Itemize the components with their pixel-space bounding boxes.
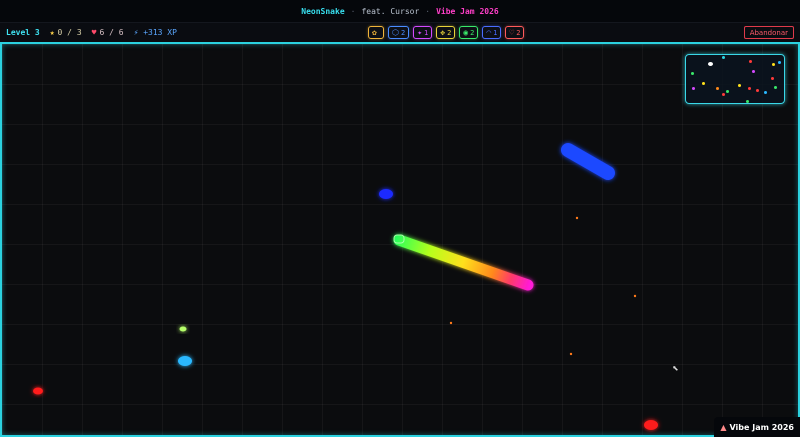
vibe-jam-label: Vibe Jam 2026 <box>729 422 795 432</box>
minimap-dot <box>691 72 694 75</box>
minimap-dot <box>756 89 759 92</box>
multi-icon: ✥ <box>440 27 446 37</box>
minimap-dot <box>738 84 741 87</box>
powerup-arc[interactable]: ◠ 1 <box>482 26 502 39</box>
heart-icon: ♥ <box>91 28 97 37</box>
minimap-dot <box>752 70 755 73</box>
separator: · <box>425 6 431 16</box>
minimap-dot <box>746 100 749 103</box>
food-orb <box>644 420 658 430</box>
minimap-dot <box>771 77 774 80</box>
powerup-count: 2 <box>470 28 475 37</box>
arc-icon: ◠ <box>486 27 492 37</box>
enemy-snake <box>561 143 615 180</box>
stars-value: 0 / 3 <box>57 28 82 37</box>
star-icon: ★ <box>49 28 55 37</box>
lives-value: 6 / 6 <box>99 28 124 37</box>
xp-value: +313 XP <box>143 28 177 37</box>
food-orb <box>33 387 43 395</box>
jam-title: Vibe Jam 2026 <box>436 6 499 16</box>
shield-icon: ⬡ <box>392 27 399 37</box>
separator: · <box>350 6 356 16</box>
heart-outline-icon: ♡ <box>509 27 515 37</box>
minimap-dot <box>692 87 695 90</box>
food-orb <box>179 326 187 332</box>
powerup-count: 2 <box>447 28 452 37</box>
minimap-dot <box>749 60 752 63</box>
minimap-dot <box>702 82 705 85</box>
hud-bar: Level 3 ★ 0 / 3 ♥ 6 / 6 ⚡ +313 XP ✿ ⬡ 2 … <box>0 22 800 42</box>
hud-stats: Level 3 ★ 0 / 3 ♥ 6 / 6 ⚡ +313 XP <box>0 28 177 37</box>
game-arena[interactable]: ⬉ <box>0 42 800 437</box>
minimap-dot <box>764 91 767 94</box>
mouse-cursor-icon: ⬉ <box>672 362 679 375</box>
minimap-player <box>708 62 713 66</box>
feat-credit: feat. Cursor <box>361 6 420 16</box>
minimap-dot <box>778 61 781 64</box>
powerup-count: 2 <box>400 28 406 37</box>
spark <box>569 352 573 356</box>
minimap-dot <box>748 87 751 90</box>
sparkle-icon: ✦ <box>417 27 423 37</box>
powerup-magnet[interactable]: ◉ 2 <box>459 26 479 39</box>
minimap-dot <box>722 56 725 59</box>
abandon-button[interactable]: Abandonar <box>743 26 794 39</box>
title-bar: NeonSnake · feat. Cursor · Vibe Jam 2026 <box>0 0 800 22</box>
xp-counter: ⚡ +313 XP <box>134 28 177 37</box>
powerup-multi[interactable]: ✥ 2 <box>436 26 456 39</box>
food-orb <box>379 189 393 199</box>
minimap-dot <box>774 86 777 89</box>
level-indicator: Level 3 <box>6 28 40 37</box>
powerup-shield[interactable]: ⬡ 2 <box>388 26 410 39</box>
spark <box>449 321 453 325</box>
stars-counter: ★ 0 / 3 <box>50 28 82 37</box>
minimap-dot <box>716 87 719 90</box>
powerup-count: 1 <box>424 28 429 37</box>
powerup-count: 1 <box>493 28 498 37</box>
lives-counter: ♥ 6 / 6 <box>92 28 124 37</box>
magnet-icon: ◉ <box>463 27 469 37</box>
brand-title: NeonSnake <box>301 6 345 16</box>
bolt-icon: ⚡ <box>133 28 139 37</box>
spark <box>633 294 637 298</box>
powerup-sparkle[interactable]: ✦ 1 <box>413 26 433 39</box>
minimap <box>685 54 785 104</box>
arena-canvas <box>33 143 658 430</box>
vibe-jam-badge[interactable]: ▲ Vibe Jam 2026 <box>714 417 800 437</box>
minimap-dot <box>772 63 775 66</box>
minimap-dot <box>722 93 725 96</box>
spark <box>575 216 579 220</box>
food-orb <box>178 356 192 366</box>
powerup-heart[interactable]: ♡ 2 <box>505 26 525 39</box>
powerup-count: 2 <box>516 28 521 37</box>
player-snake <box>393 234 534 291</box>
minimap-dot <box>726 90 729 93</box>
palette-icon: ✿ <box>372 27 377 37</box>
flag-icon: ▲ <box>720 422 727 432</box>
powerup-palette[interactable]: ✿ <box>368 26 384 39</box>
powerup-bar: ✿ ⬡ 2 ✦ 1 ✥ 2 ◉ 2 ◠ 1 ♡ 2 <box>368 26 525 39</box>
